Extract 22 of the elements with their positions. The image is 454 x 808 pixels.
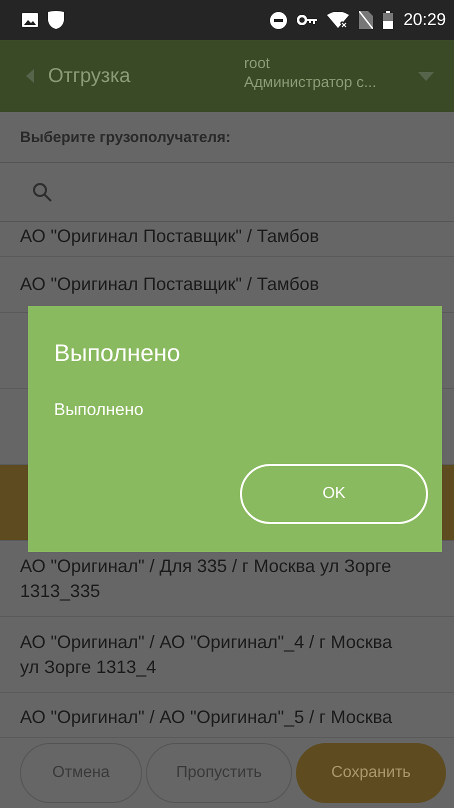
no-sim-icon xyxy=(359,11,374,29)
list-item[interactable]: АО "Оригинал" / АО "Оригинал"_5 / г Москва xyxy=(0,693,454,737)
dialog-message: Выполнено xyxy=(54,400,144,420)
back-button[interactable]: Отгрузка xyxy=(26,64,244,88)
list-item[interactable]: АО "Оригинал Поставщик" / Тамбов xyxy=(0,222,454,257)
list-item[interactable]: АО "Оригинал" / АО "Оригинал"_4 / г Москва ул Зорге 1313_4 xyxy=(0,617,454,693)
wifi-off-icon xyxy=(327,12,350,28)
search-icon xyxy=(32,182,52,202)
ok-button[interactable]: OK xyxy=(240,464,428,524)
shield-icon xyxy=(48,11,64,29)
prompt-label: Выберите грузополучателя: xyxy=(20,128,231,146)
battery-icon xyxy=(383,11,394,29)
save-button[interactable]: Сохранить xyxy=(296,743,446,803)
user-role: Администратор с... xyxy=(244,73,378,92)
dropdown-arrow-icon[interactable] xyxy=(418,72,434,80)
back-arrow-icon xyxy=(26,69,34,83)
dialog-title: Выполнено xyxy=(54,340,182,368)
image-icon xyxy=(22,13,38,27)
clock-time: 20:29 xyxy=(403,10,446,30)
do-not-disturb-icon xyxy=(270,12,288,28)
user-name: root xyxy=(244,54,271,73)
key-icon xyxy=(297,15,318,25)
